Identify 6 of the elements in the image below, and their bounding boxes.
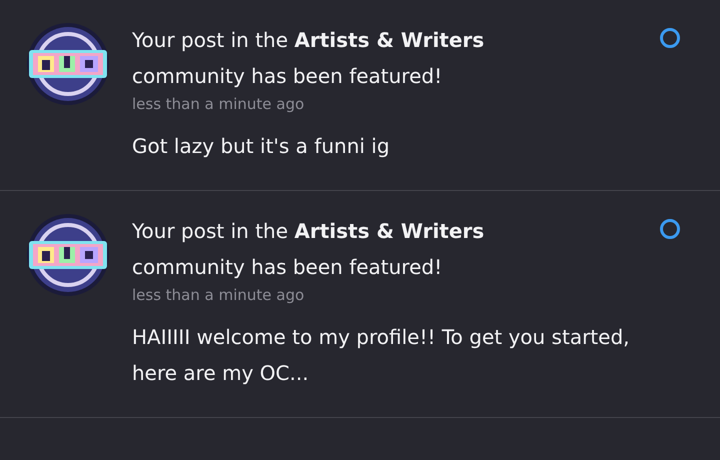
timestamp: less than a minute ago — [132, 285, 306, 305]
notification-title: Your post in the Artists & Writers community has been featured! — [132, 218, 486, 281]
post-excerpt: HAIIIII welcome to my profile!! To get you started, here are my OC... — [132, 324, 630, 387]
timestamp: less than a minute ago — [132, 94, 306, 114]
notification-title: Your post in the Artists & Writers community has been featured! — [132, 27, 486, 90]
post-excerpt: Got lazy but it's a funni ig — [132, 133, 391, 160]
